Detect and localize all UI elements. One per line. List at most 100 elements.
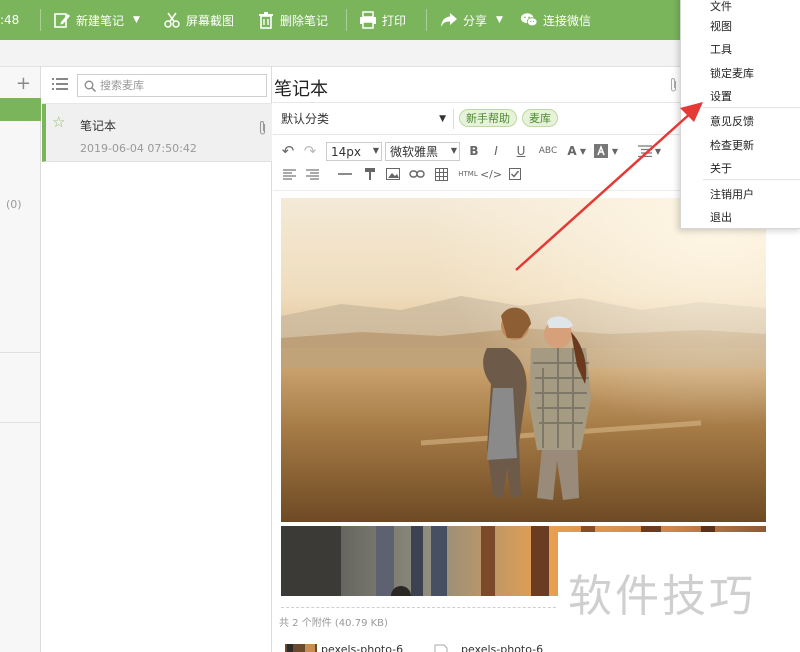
sidebar-divider xyxy=(0,422,41,423)
sidebar-selected-item[interactable] xyxy=(0,98,41,121)
horizontal-rule-icon[interactable] xyxy=(337,164,353,184)
attachment-name: pexels-photo-6 xyxy=(461,642,544,652)
search-box[interactable] xyxy=(77,74,267,97)
scissors-icon xyxy=(164,12,180,28)
delete-note-label: 删除笔记 xyxy=(280,13,329,28)
watermark-area: 软件技巧 xyxy=(558,532,800,652)
align-right-icon[interactable] xyxy=(304,164,320,184)
strikethrough-button[interactable]: ABC xyxy=(536,140,560,162)
insert-link-icon[interactable] xyxy=(408,164,426,184)
menu-item-file[interactable]: 文件 xyxy=(710,0,732,14)
attachment-item[interactable]: pexels-photo-6 xyxy=(425,642,543,652)
time-fragment-text: :48 xyxy=(0,13,20,27)
couple-photo[interactable] xyxy=(281,198,766,522)
format-painter-icon[interactable] xyxy=(362,164,378,184)
font-family-select[interactable]: 微软雅黑 ▼ xyxy=(385,142,460,161)
watermark-text: 软件技巧 xyxy=(568,571,756,622)
couple-photo-image xyxy=(281,198,766,522)
menu-item-lock[interactable]: 锁定麦库 xyxy=(710,65,754,81)
share-label: 分享 xyxy=(463,13,488,28)
code-button[interactable]: </> xyxy=(480,164,502,184)
html-button[interactable]: HTML xyxy=(456,164,480,184)
highlight-icon[interactable] xyxy=(593,140,609,162)
share-dropdown-icon[interactable]: ▼ xyxy=(496,15,503,25)
image-glyph xyxy=(386,168,400,180)
painter-glyph xyxy=(365,168,375,180)
list-dropdown-icon[interactable]: ▼ xyxy=(653,140,663,162)
connect-wechat-label: 连接微信 xyxy=(543,13,592,28)
add-notebook-button[interactable]: + xyxy=(16,75,31,93)
attachments-divider xyxy=(281,607,561,608)
font-color-dropdown-icon[interactable]: ▼ xyxy=(578,140,588,162)
new-note-dropdown-icon[interactable]: ▼ xyxy=(133,15,140,25)
new-note-label: 新建笔记 xyxy=(76,13,125,28)
note-list-item[interactable]: ☆ 笔记本 2019-06-04 07:50:42 xyxy=(42,104,272,162)
search-input[interactable] xyxy=(100,79,250,92)
category-divider xyxy=(453,109,454,129)
screenshot-label: 屏幕截图 xyxy=(186,13,235,28)
print-button[interactable]: 打印 xyxy=(359,0,406,40)
highlight-glyph xyxy=(594,144,608,158)
menu-item-about[interactable]: 关于 xyxy=(710,160,732,176)
search-icon xyxy=(84,80,96,92)
insert-image-icon[interactable] xyxy=(385,164,401,184)
menu-item-exit[interactable]: 退出 xyxy=(710,209,732,225)
toolbar-divider xyxy=(426,9,427,31)
list-format-icon[interactable] xyxy=(637,140,653,162)
note-title: 笔记本 xyxy=(80,119,117,133)
menu-item-settings[interactable]: 设置 xyxy=(710,88,732,104)
menu-item-feedback[interactable]: 意见反馈 xyxy=(710,113,754,129)
note-list-panel: ☆ 笔记本 2019-06-04 07:50:42 xyxy=(42,67,272,652)
note-title-field[interactable]: 笔记本 xyxy=(274,75,328,101)
attachment-name: pexels-photo-6 xyxy=(321,642,404,652)
highlight-dropdown-icon[interactable]: ▼ xyxy=(610,140,620,162)
undo-icon[interactable]: ↶ xyxy=(279,140,297,162)
toolbar-divider xyxy=(40,9,41,31)
italic-button[interactable]: I xyxy=(488,140,504,162)
main-menu-dropdown: 文件 视图 工具 锁定麦库 设置 意见反馈 检查更新 关于 注销用户 退出 xyxy=(680,0,800,229)
menu-item-check-update[interactable]: 检查更新 xyxy=(710,137,754,153)
new-note-icon xyxy=(54,13,70,28)
align-right-glyph xyxy=(305,168,319,180)
bold-button[interactable]: B xyxy=(466,140,482,162)
chevron-down-icon: ▼ xyxy=(439,113,446,124)
connect-wechat-button[interactable]: 连接微信 xyxy=(520,0,591,40)
table-glyph xyxy=(434,167,448,181)
star-icon[interactable]: ☆ xyxy=(52,115,65,130)
image-thumbnail-icon xyxy=(285,644,317,652)
underline-button[interactable]: U xyxy=(513,140,529,162)
menu-item-view[interactable]: 视图 xyxy=(710,18,732,34)
menu-divider xyxy=(703,179,800,180)
redo-icon[interactable]: ↷ xyxy=(301,140,319,162)
note-date: 2019-06-04 07:50:42 xyxy=(80,142,197,155)
printer-icon xyxy=(360,11,376,29)
font-family-value: 微软雅黑 xyxy=(390,145,439,159)
checkbox-icon[interactable] xyxy=(507,164,523,184)
screenshot-button[interactable]: 屏幕截图 xyxy=(163,0,234,40)
tag-chip[interactable]: 麦库 xyxy=(522,109,558,127)
sidebar-divider xyxy=(0,352,41,353)
tag-chip[interactable]: 新手帮助 xyxy=(459,109,517,127)
menu-divider xyxy=(703,107,800,108)
notebook-sidebar: + (0) xyxy=(0,67,41,652)
rule-glyph xyxy=(338,173,352,175)
insert-table-icon[interactable] xyxy=(433,164,449,184)
menu-item-tools[interactable]: 工具 xyxy=(710,41,732,57)
time-fragment: :48 xyxy=(0,0,19,40)
delete-note-button[interactable]: 删除笔记 xyxy=(257,0,328,40)
checkbox-glyph xyxy=(509,168,521,180)
share-arrow-icon xyxy=(441,13,457,27)
font-size-value: 14px xyxy=(331,144,361,159)
attachment-item[interactable]: pexels-photo-6 xyxy=(285,642,403,652)
file-icon xyxy=(434,644,448,652)
font-size-select[interactable]: 14px ▼ xyxy=(326,142,382,161)
menu-item-logout[interactable]: 注销用户 xyxy=(710,186,754,202)
share-button[interactable]: 分享 ▼ xyxy=(440,0,503,40)
list-view-icon[interactable] xyxy=(52,77,68,91)
new-note-button[interactable]: 新建笔记 ▼ xyxy=(53,0,140,40)
align-left-glyph xyxy=(282,168,296,180)
category-select[interactable]: 默认分类 ▼ xyxy=(281,108,449,129)
attachment-clip-icon[interactable] xyxy=(669,77,678,93)
align-left-icon[interactable] xyxy=(281,164,297,184)
attachments-summary: 共 2 个附件 (40.79 KB) xyxy=(279,618,388,629)
